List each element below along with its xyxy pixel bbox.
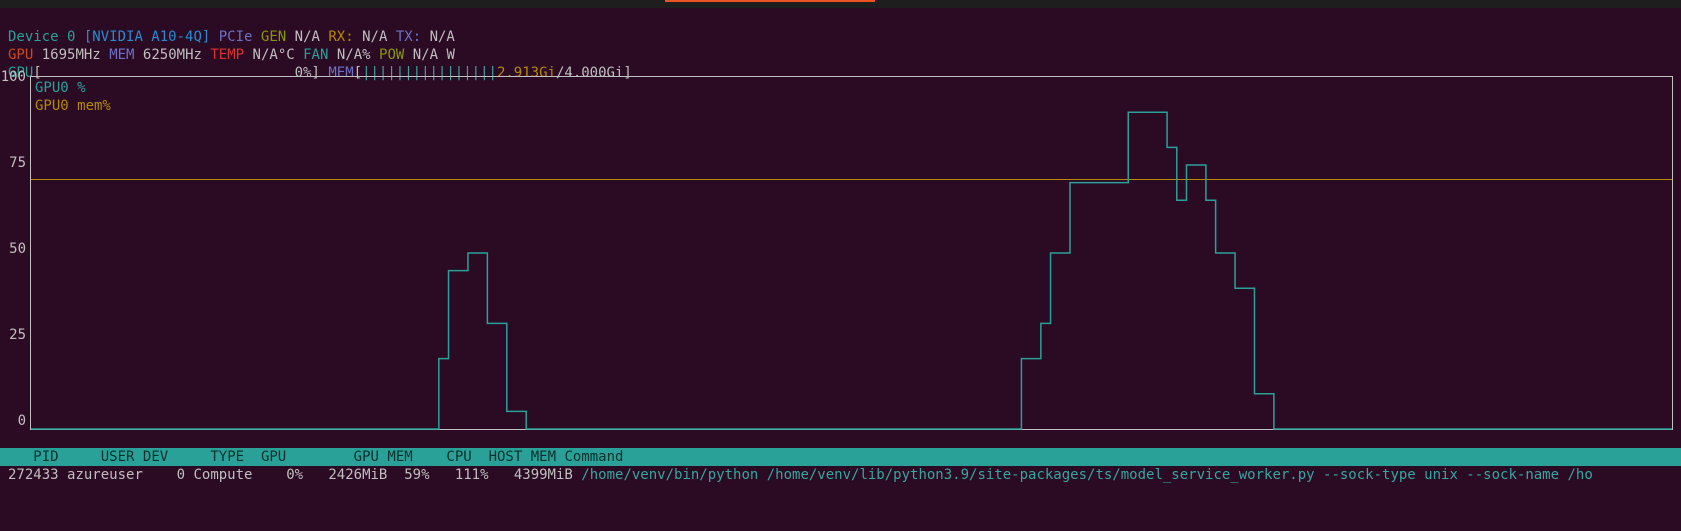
col-command-label: Command [564,449,623,465]
y-label-0: 0 [18,412,26,430]
col-type-label: TYPE [210,449,244,465]
pow-value: N/A W [413,47,455,63]
gen-label: GEN [261,29,286,45]
y-label-100: 100 [1,68,26,86]
mem-clock-label: MEM [109,47,134,63]
rx-label: RX: [328,29,353,45]
col-gpu-label: GPU [261,449,286,465]
chart-y-axis: 100 75 50 25 0 [0,72,30,444]
col-gpu-mem-label: GPU MEM [354,449,413,465]
col-dev-label: DEV [143,449,168,465]
proc-pid: 272433 [8,467,59,483]
col-cpu-label: CPU [446,449,471,465]
proc-dev: 0 [177,467,185,483]
process-row[interactable]: 272433 azureuser 0 Compute 0% 2426MiB 59… [0,466,1681,484]
mem-clock: 6250MHz [143,47,202,63]
fan-value: N/A% [337,47,371,63]
device-label: Device 0 [8,29,75,45]
fan-label: FAN [303,47,328,63]
y-label-75: 75 [9,154,26,172]
tx-label: TX: [396,29,421,45]
gen-value: N/A [295,29,320,45]
proc-type: Compute [193,467,252,483]
chart-area: GPU0 % GPU0 mem% [30,76,1673,430]
rx-value: N/A [362,29,387,45]
proc-gpu-mem-pct: 59% [404,467,429,483]
process-table-header: PID USER DEV TYPE GPU GPU MEM CPU HOST M… [0,448,1681,466]
y-label-25: 25 [9,326,26,344]
proc-cpu: 111% [455,467,489,483]
gpu-clock: 1695MHz [42,47,101,63]
col-pid [8,449,33,465]
window-titlebar [0,0,1681,8]
device-name: [NVIDIA A10-4Q] [84,29,210,45]
proc-user: azureuser [67,467,143,483]
temp-value: N/A°C [253,47,295,63]
proc-host-mem: 4399MiB [514,467,573,483]
gpu-utilization-chart: 100 75 50 25 0 GPU0 % GPU0 mem% [0,72,1673,444]
y-label-50: 50 [9,240,26,258]
pow-label: POW [379,47,404,63]
col-user-label: USER [101,449,135,465]
gpu-percent-line [31,77,1672,429]
temp-label: TEMP [210,47,244,63]
col-pid-label: PID [33,449,58,465]
proc-gpu-mem: 2426MiB [328,467,387,483]
col-host-mem-label: HOST MEM [489,449,556,465]
gpu-clock-label: GPU [8,47,33,63]
proc-gpu: 0% [286,467,303,483]
tx-value: N/A [430,29,455,45]
proc-command: /home/venv/bin/python /home/venv/lib/pyt… [581,467,1592,483]
pcie-label: PCIe [219,29,253,45]
